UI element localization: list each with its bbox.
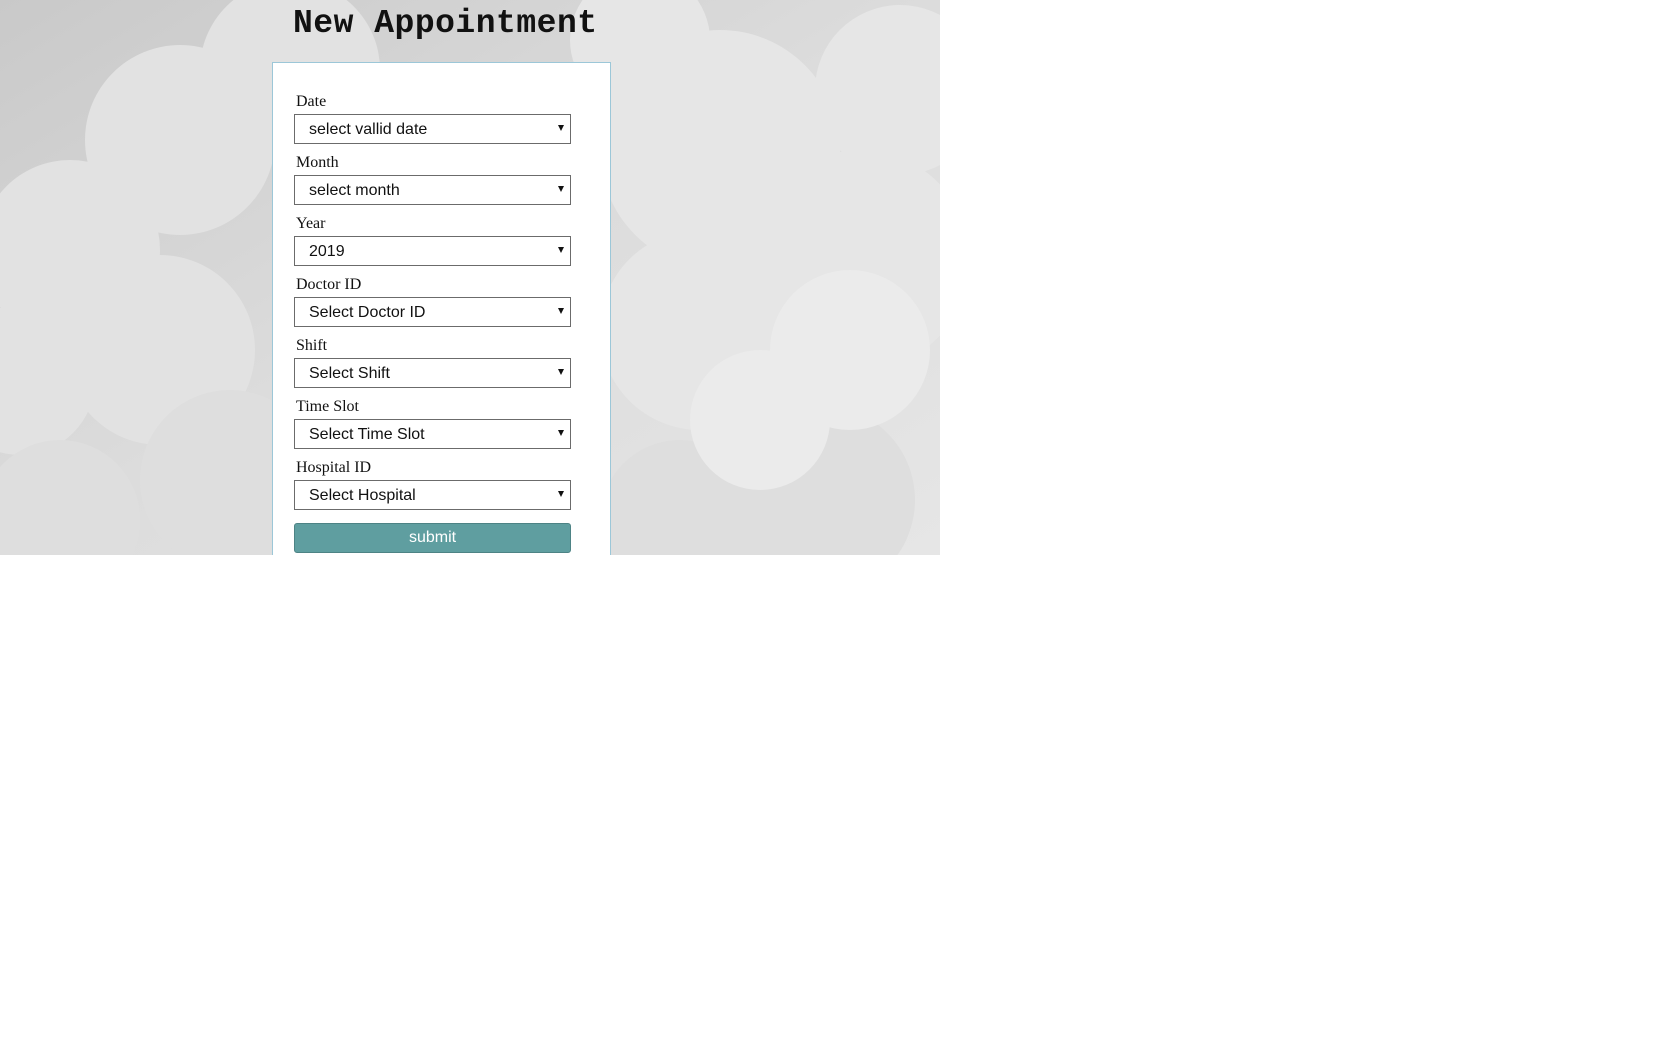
- shift-select-value: Select Shift: [309, 365, 390, 382]
- chevron-down-icon: [558, 430, 564, 436]
- month-select-value: select month: [309, 182, 400, 199]
- chevron-down-icon: [558, 308, 564, 314]
- time-slot-label: Time Slot: [296, 398, 359, 415]
- month-label: Month: [296, 154, 339, 171]
- chevron-down-icon: [558, 186, 564, 192]
- page-background: New Appointment Date select vallid date …: [0, 0, 940, 555]
- hospital-id-select-value: Select Hospital: [309, 487, 416, 504]
- submit-button[interactable]: submit: [294, 523, 571, 553]
- chevron-down-icon: [558, 491, 564, 497]
- date-select-value: select vallid date: [309, 121, 428, 138]
- shift-select[interactable]: Select Shift: [294, 358, 571, 388]
- time-slot-select[interactable]: Select Time Slot: [294, 419, 571, 449]
- chevron-down-icon: [558, 125, 564, 131]
- year-label: Year: [296, 215, 326, 232]
- hospital-id-select[interactable]: Select Hospital: [294, 480, 571, 510]
- doctor-id-label: Doctor ID: [296, 276, 362, 293]
- hospital-id-label: Hospital ID: [296, 459, 372, 476]
- date-label: Date: [296, 93, 327, 110]
- year-select[interactable]: 2019: [294, 236, 571, 266]
- doctor-id-select[interactable]: Select Doctor ID: [294, 297, 571, 327]
- appointment-form: Date select vallid date Month select mon…: [272, 62, 611, 555]
- year-select-value: 2019: [309, 243, 345, 260]
- chevron-down-icon: [558, 247, 564, 253]
- shift-label: Shift: [296, 337, 328, 354]
- time-slot-select-value: Select Time Slot: [309, 426, 425, 443]
- chevron-down-icon: [558, 369, 564, 375]
- doctor-id-select-value: Select Doctor ID: [309, 304, 426, 321]
- page-title: New Appointment: [293, 5, 598, 42]
- month-select[interactable]: select month: [294, 175, 571, 205]
- date-select[interactable]: select vallid date: [294, 114, 571, 144]
